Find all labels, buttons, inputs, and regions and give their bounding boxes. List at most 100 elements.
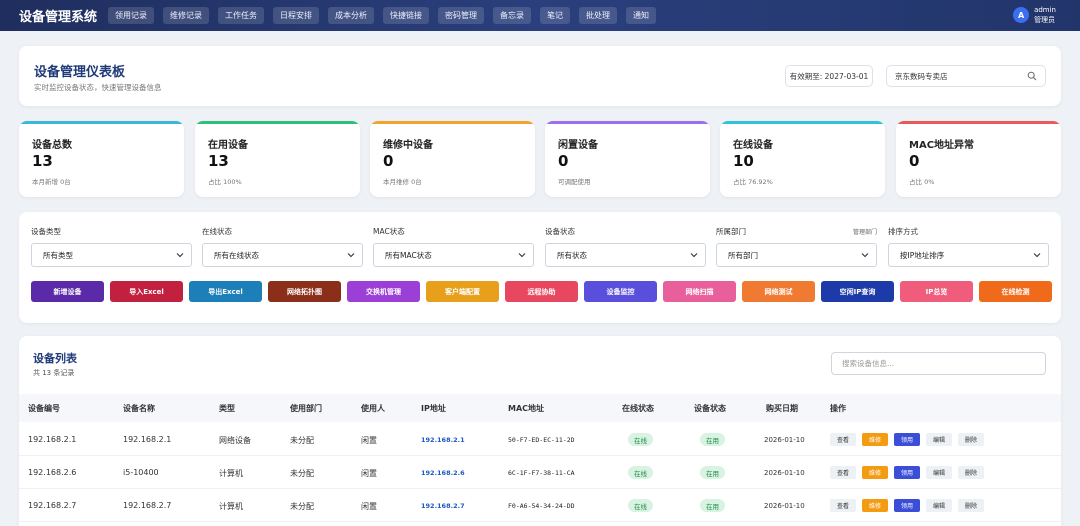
filter-label: 排序方式 — [888, 227, 918, 236]
user-role: 管理员 — [1034, 16, 1056, 24]
device-status-select[interactable]: 所有状态 — [545, 243, 706, 267]
stat-card-idle: 闲置设备 0 可调配使用 — [545, 121, 710, 197]
device-search-input[interactable]: 搜索设备信息... — [831, 352, 1046, 375]
table-row[interactable]: 192.168.2.1 192.168.2.1 网络设备 未分配 闲置 192.… — [19, 423, 1061, 456]
stat-accent-bar — [19, 121, 184, 124]
search-icon[interactable] — [1027, 71, 1037, 81]
add-device-button[interactable]: 新增设备 — [31, 281, 104, 302]
device-monitor-button[interactable]: 设备监控 — [584, 281, 657, 302]
cell-device-name: 192.168.2.7 — [123, 501, 172, 510]
stat-label: 在用设备 — [208, 140, 248, 151]
table-header: 设备编号 设备名称 类型 使用部门 使用人 IP地址 MAC地址 在线状态 设备… — [19, 394, 1061, 422]
free-ip-query-button[interactable]: 空闲IP查询 — [821, 281, 894, 302]
avatar: A — [1013, 7, 1030, 23]
nav-item-notes[interactable]: 笔记 — [540, 7, 570, 24]
repair-button[interactable]: 维修 — [862, 433, 888, 446]
cell-user: 闲置 — [361, 502, 377, 511]
column-header[interactable]: MAC地址 — [508, 403, 544, 414]
stat-label: 设备总数 — [32, 140, 72, 151]
cell-device-id: 192.168.2.1 — [28, 435, 77, 444]
stat-value: 13 — [32, 152, 53, 170]
cell-dept: 未分配 — [290, 436, 314, 445]
nav-item-usage-records[interactable]: 领用记录 — [108, 7, 154, 24]
online-status-select[interactable]: 所有在线状态 — [202, 243, 363, 267]
switch-management-button[interactable]: 交换机管理 — [347, 281, 420, 302]
column-header[interactable]: 在线状态 — [622, 403, 654, 414]
stat-sub: 占比 0% — [909, 178, 935, 186]
column-header[interactable]: 使用人 — [361, 403, 385, 414]
table-row[interactable]: 192.168.2.6 i5-10400 计算机 未分配 闲置 192.168.… — [19, 456, 1061, 489]
sort-select[interactable]: 按IP地址排序 — [888, 243, 1049, 267]
row-actions: 查看 维修 领用 编辑 删除 — [830, 466, 990, 479]
delete-button[interactable]: 删除 — [958, 433, 984, 446]
select-value: 所有状态 — [557, 250, 587, 260]
cell-purchase-date: 2026-01-10 — [764, 469, 805, 477]
edit-button[interactable]: 编辑 — [926, 433, 952, 446]
mac-status-select[interactable]: 所有MAC状态 — [373, 243, 534, 267]
nav-item-quick-links[interactable]: 快捷链接 — [383, 7, 429, 24]
filter-mac-status: MAC状态 所有MAC状态 — [373, 226, 534, 267]
import-excel-button[interactable]: 导入Excel — [110, 281, 183, 302]
client-config-button[interactable]: 客户端配置 — [426, 281, 499, 302]
cell-ip-link[interactable]: 192.168.2.6 — [421, 469, 465, 477]
nav-item-password[interactable]: 密码管理 — [438, 7, 484, 24]
network-test-button[interactable]: 网络测试 — [742, 281, 815, 302]
nav-item-repair-records[interactable]: 维修记录 — [163, 7, 209, 24]
nav-item-schedule[interactable]: 日程安排 — [273, 7, 319, 24]
nav-item-batch[interactable]: 批处理 — [579, 7, 617, 24]
table-row[interactable]: 192.168.2.7 192.168.2.7 计算机 未分配 闲置 192.1… — [19, 489, 1061, 522]
stat-accent-bar — [720, 121, 885, 124]
select-value: 所有在线状态 — [214, 250, 259, 260]
delete-button[interactable]: 删除 — [958, 466, 984, 479]
column-header[interactable]: 设备编号 — [28, 403, 60, 414]
repair-button[interactable]: 维修 — [862, 499, 888, 512]
column-header[interactable]: 设备状态 — [694, 403, 726, 414]
ip-overview-button[interactable]: IP总览 — [900, 281, 973, 302]
nav-item-notify[interactable]: 通知 — [626, 7, 656, 24]
stat-sub: 本月新增 0台 — [32, 178, 71, 186]
column-header[interactable]: 使用部门 — [290, 403, 322, 414]
cell-ip-link[interactable]: 192.168.2.1 — [421, 436, 465, 444]
validity-badge: 有效期至: 2027-03-01 — [785, 65, 873, 87]
nav-item-memo[interactable]: 备忘录 — [493, 7, 531, 24]
stat-card-total: 设备总数 13 本月新增 0台 — [19, 121, 184, 197]
checkout-button[interactable]: 领用 — [894, 433, 920, 446]
filter-device-status: 设备状态 所有状态 — [545, 226, 706, 267]
nav-item-tasks[interactable]: 工作任务 — [218, 7, 264, 24]
checkout-button[interactable]: 领用 — [894, 466, 920, 479]
network-topology-button[interactable]: 网络拓扑图 — [268, 281, 341, 302]
shop-search-box[interactable]: 京东数码专卖店 — [886, 65, 1046, 87]
view-button[interactable]: 查看 — [830, 499, 856, 512]
user-menu[interactable]: A admin 管理员 — [1013, 5, 1056, 25]
edit-button[interactable]: 编辑 — [926, 466, 952, 479]
stat-label: 闲置设备 — [558, 140, 598, 151]
stat-label: 维修中设备 — [383, 140, 433, 151]
manage-department-link[interactable]: 管理部门 — [853, 227, 877, 236]
stat-label: 在线设备 — [733, 140, 773, 151]
view-button[interactable]: 查看 — [830, 466, 856, 479]
filter-online-status: 在线状态 所有在线状态 — [202, 226, 363, 267]
stat-card-online: 在线设备 10 占比 76.92% — [720, 121, 885, 197]
edit-button[interactable]: 编辑 — [926, 499, 952, 512]
filter-label: 设备类型 — [31, 227, 61, 236]
column-header[interactable]: IP地址 — [421, 403, 446, 414]
network-scan-button[interactable]: 网络扫描 — [663, 281, 736, 302]
delete-button[interactable]: 删除 — [958, 499, 984, 512]
online-check-button[interactable]: 在线检测 — [979, 281, 1052, 302]
column-header[interactable]: 设备名称 — [123, 403, 155, 414]
view-button[interactable]: 查看 — [830, 433, 856, 446]
top-nav: 设备管理系统 领用记录 维修记录 工作任务 日程安排 成本分析 快捷链接 密码管… — [0, 0, 1080, 31]
column-header[interactable]: 购买日期 — [766, 403, 798, 414]
cell-ip-link[interactable]: 192.168.2.7 — [421, 502, 465, 510]
column-header[interactable]: 类型 — [219, 403, 235, 414]
checkout-button[interactable]: 领用 — [894, 499, 920, 512]
stat-accent-bar — [545, 121, 710, 124]
export-excel-button[interactable]: 导出Excel — [189, 281, 262, 302]
device-type-select[interactable]: 所有类型 — [31, 243, 192, 267]
row-actions: 查看 维修 领用 编辑 删除 — [830, 499, 990, 512]
remote-assist-button[interactable]: 远程协助 — [505, 281, 578, 302]
cell-mac: 50-F7-ED-EC-11-2D — [508, 436, 575, 444]
repair-button[interactable]: 维修 — [862, 466, 888, 479]
department-select[interactable]: 所有部门 — [716, 243, 877, 267]
nav-item-cost-analysis[interactable]: 成本分析 — [328, 7, 374, 24]
